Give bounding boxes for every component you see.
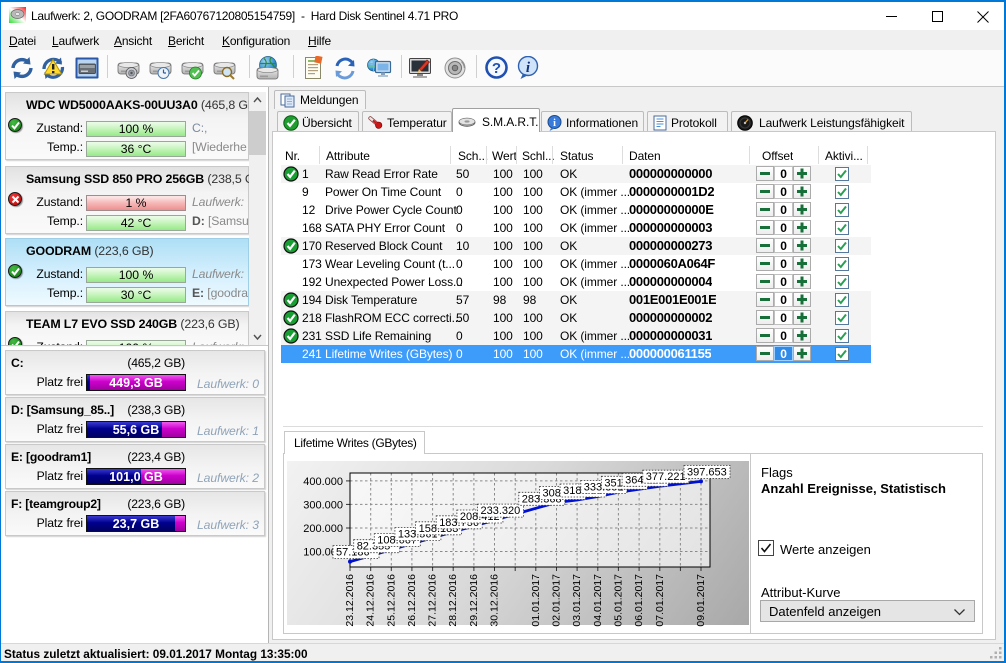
svg-text:23.12.2016: 23.12.2016 (344, 574, 356, 627)
svg-text:400.000: 400.000 (303, 476, 343, 488)
svg-text:01.01.2017: 01.01.2017 (530, 574, 542, 627)
svg-text:06.01.2017: 06.01.2017 (633, 574, 645, 627)
svg-text:27.12.2016: 27.12.2016 (427, 574, 439, 627)
svg-text:i: i (553, 118, 556, 129)
svg-text:?: ? (492, 60, 501, 77)
svg-text:05.01.2017: 05.01.2017 (612, 574, 624, 627)
svg-text:25.12.2016: 25.12.2016 (385, 574, 397, 627)
svg-text:09.01.2017: 09.01.2017 (695, 574, 707, 627)
svg-text:04.01.2017: 04.01.2017 (592, 574, 604, 627)
svg-text:377.221: 377.221 (646, 471, 686, 483)
svg-text:24.12.2016: 24.12.2016 (365, 574, 377, 627)
svg-text:30.12.2016: 30.12.2016 (489, 574, 501, 627)
svg-text:29.12.2016: 29.12.2016 (468, 574, 480, 627)
svg-text:300.000: 300.000 (303, 499, 343, 511)
svg-text:07.01.2017: 07.01.2017 (654, 574, 666, 627)
svg-text:26.12.2016: 26.12.2016 (406, 574, 418, 627)
svg-text:397.653: 397.653 (687, 466, 727, 478)
svg-text:200.000: 200.000 (303, 523, 343, 535)
svg-text:02.01.2017: 02.01.2017 (551, 574, 563, 627)
svg-text:28.12.2016: 28.12.2016 (447, 574, 459, 627)
svg-text:233.320: 233.320 (481, 505, 521, 517)
svg-text:03.01.2017: 03.01.2017 (571, 574, 583, 627)
